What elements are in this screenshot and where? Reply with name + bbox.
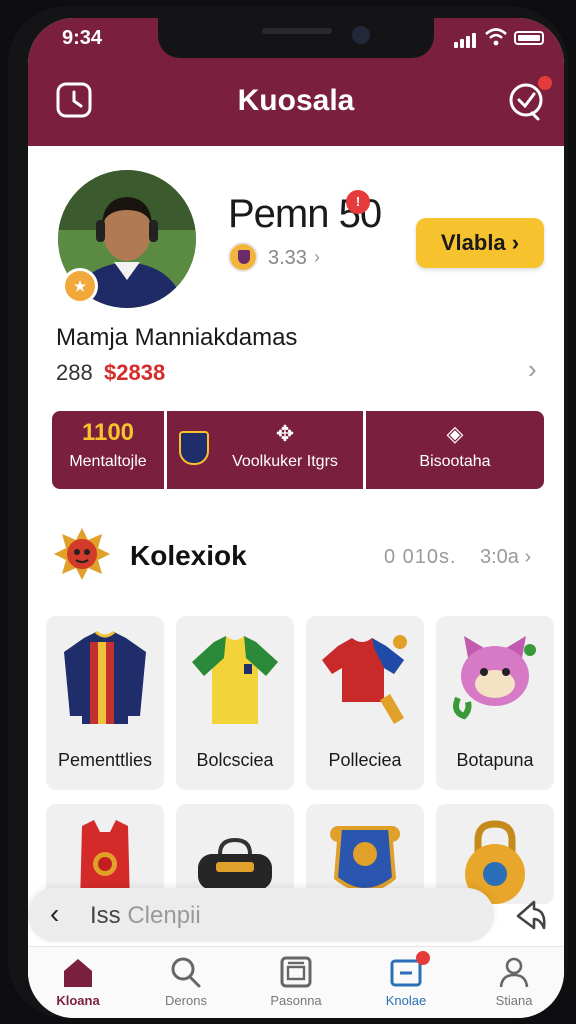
collection-card[interactable]: Botapuna [436,616,554,790]
tab-notification-badge [416,951,430,965]
club-crest-icon [179,431,209,465]
app-screen: 9:34 Kuosala ★ Pemn 50 ! 3.33 › Vlabla ›… [28,18,564,1018]
tab-home[interactable]: Kloana [28,947,128,1018]
share-icon[interactable] [512,898,548,934]
gallery-icon [280,956,312,988]
camera-notch [158,18,434,58]
stat-value: 1100 [81,419,135,446]
search-placeholder: Clenpii [127,902,201,929]
collection-card[interactable]: Pementtlies [46,616,164,790]
phone-frame: 9:34 Kuosala ★ Pemn 50 ! 3.33 › Vlabla ›… [8,6,568,1018]
collection-card[interactable]: Bolcsciea [176,616,294,790]
card-label: Bolcsciea [196,750,274,770]
jersey-red-navy-icon [322,635,407,724]
gift-icon: ✥ [275,421,295,446]
search-prefix: Iss [90,902,121,929]
mascot-cat-icon [453,636,536,720]
stat-money: $2838 [104,360,166,385]
view-button[interactable]: Vlabla › [416,218,544,268]
home-icon [64,959,92,987]
card-label: Pementtlies [57,750,153,770]
tab-label: Kloana [56,993,100,1008]
stats-bar: 1100 Mentaltojle ✥ Voolkuker Itgrs ◈ Bis… [52,411,544,489]
search-bar[interactable]: ‹ Iss Clenpii [28,888,494,942]
jersey-red-blue-icon [64,630,146,724]
speaker-grille [262,28,332,34]
layers-icon: ◈ [446,421,464,446]
tab-pasonna[interactable]: Pasonna [246,947,346,1018]
back-chevron-icon[interactable]: ‹ [50,898,59,930]
club-value: 3.33 [268,247,307,269]
tab-label: Knolae [385,993,427,1008]
collection-badge-icon [54,528,110,580]
app-title: Kuosala [237,84,355,117]
level-badge-icon: ★ [62,268,98,304]
tab-knolae[interactable]: Knolae [356,947,456,1018]
tab-profile[interactable]: Stiana [464,947,564,1018]
stat-label: Voolkuker Itgrs [232,453,338,470]
notification-badge [536,74,554,92]
player-full-name: Mamja Manniakdamas [56,324,298,351]
stat-club-items[interactable]: ✥ Voolkuker Itgrs [167,411,366,489]
collection-card[interactable]: Polleciea [306,616,424,790]
stat-label: Mentaltojle [69,453,147,470]
tab-label: Stiana [495,993,533,1008]
club-crest-icon [228,242,258,272]
tab-label: Derons [165,993,207,1008]
wifi-icon [485,28,507,46]
stat-bisootaha[interactable]: ◈ Bisootaha [366,411,544,489]
jersey-green-yellow-icon [192,636,278,724]
chevron-right-icon[interactable]: › [528,354,537,385]
card-label: Polleciea [328,750,402,770]
stat-label: Bisootaha [419,453,491,470]
battery-icon [514,31,544,45]
tab-label: Pasonna [270,993,322,1008]
search-input[interactable]: Iss Clenpii [90,902,201,930]
view-button-label: Vlabla [440,230,506,255]
card-label: Botapuna [456,750,534,770]
collection-see-all[interactable]: 3:0a › [480,546,531,569]
search-icon [171,957,201,988]
verified-badge-icon: ! [346,190,370,214]
stat-number: 288 [56,360,93,385]
see-all-label: 3:0a [480,546,519,568]
collection-count: 0 010s. [384,546,457,568]
user-icon [499,957,529,988]
status-time: 9:34 [62,27,103,49]
tab-search[interactable]: Derons [136,947,236,1018]
app-header: 9:34 Kuosala [28,18,564,146]
front-camera [352,26,370,44]
chevron-right-icon[interactable]: › [314,247,320,268]
stat-mentality[interactable]: 1100 Mentaltojle [52,411,167,489]
bottom-tab-bar: Kloana Derons Pasonna Knolae Stiana [28,946,564,1018]
collection-title: Kolexiok [130,540,247,571]
